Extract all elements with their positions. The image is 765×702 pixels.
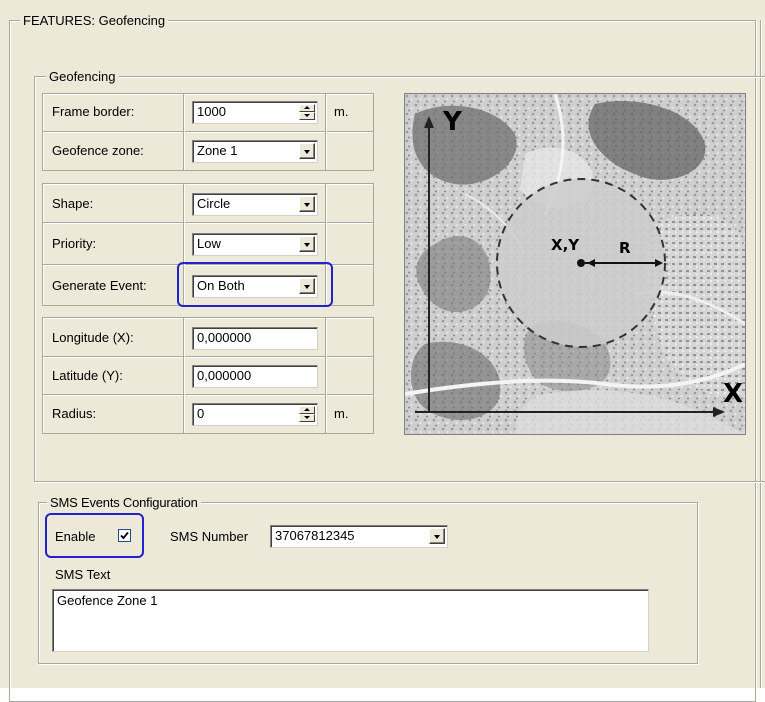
geofencing-group-title: Geofencing xyxy=(46,69,119,84)
generate-event-label: Generate Event: xyxy=(52,278,147,293)
features-group-title: FEATURES: Geofencing xyxy=(20,13,169,28)
frame-border-label: Frame border: xyxy=(52,104,135,119)
geofence-zone-value: Zone 1 xyxy=(197,143,238,158)
latitude-label: Latitude (Y): xyxy=(52,368,123,383)
diagram-y-axis-label: Y xyxy=(443,107,462,137)
latitude-value: 0,000000 xyxy=(197,368,252,383)
sms-number-value: 37067812345 xyxy=(275,528,355,543)
sms-number-select[interactable]: 37067812345 xyxy=(270,525,448,548)
chevron-down-icon[interactable] xyxy=(429,528,445,544)
frame-border-value: 1000 xyxy=(197,104,226,119)
sms-number-label: SMS Number xyxy=(170,529,249,544)
sms-enable-highlight xyxy=(45,513,144,558)
longitude-label: Longitude (X): xyxy=(52,330,134,345)
radius-unit: m. xyxy=(334,406,349,421)
map-background-image xyxy=(405,94,745,434)
geofence-zone-select[interactable]: Zone 1 xyxy=(192,140,318,163)
frame-border-unit: m. xyxy=(334,104,349,119)
diagram-x-axis-label: X xyxy=(723,379,744,409)
sms-text-label: SMS Text xyxy=(55,567,111,582)
frame-border-input[interactable]: 1000 xyxy=(192,101,318,124)
shape-value: Circle xyxy=(197,196,231,211)
chevron-down-icon[interactable] xyxy=(299,143,315,159)
spin-up-icon[interactable] xyxy=(299,104,315,112)
diagram-radius-label: R xyxy=(619,239,631,257)
radius-label: Radius: xyxy=(52,406,97,421)
radius-input[interactable]: 0 xyxy=(192,403,318,426)
sms-group-title: SMS Events Configuration xyxy=(47,495,201,510)
chevron-down-icon[interactable] xyxy=(299,236,315,252)
chevron-down-icon[interactable] xyxy=(299,196,315,212)
longitude-value: 0,000000 xyxy=(197,330,252,345)
spin-down-icon[interactable] xyxy=(299,414,315,422)
geofence-zone-label: Geofence zone: xyxy=(52,143,144,158)
latitude-input[interactable]: 0,000000 xyxy=(192,365,318,388)
shape-label: Shape: xyxy=(52,196,94,211)
sms-text-value: Geofence Zone 1 xyxy=(57,593,158,608)
sms-text-area[interactable]: Geofence Zone 1 xyxy=(52,589,649,652)
priority-label: Priority: xyxy=(52,236,97,251)
frame-border-spinner[interactable] xyxy=(299,104,315,120)
priority-value: Low xyxy=(197,236,221,251)
diagram-center-label: X,Y xyxy=(551,236,580,254)
shape-select[interactable]: Circle xyxy=(192,193,318,216)
generate-event-highlight xyxy=(177,262,333,307)
radius-spinner[interactable] xyxy=(299,406,315,422)
geofence-diagram: Y X X,Y R xyxy=(404,93,746,435)
longitude-input[interactable]: 0,000000 xyxy=(192,327,318,350)
spin-up-icon[interactable] xyxy=(299,406,315,414)
spin-down-icon[interactable] xyxy=(299,112,315,120)
priority-select[interactable]: Low xyxy=(192,233,318,256)
radius-value: 0 xyxy=(197,406,205,421)
